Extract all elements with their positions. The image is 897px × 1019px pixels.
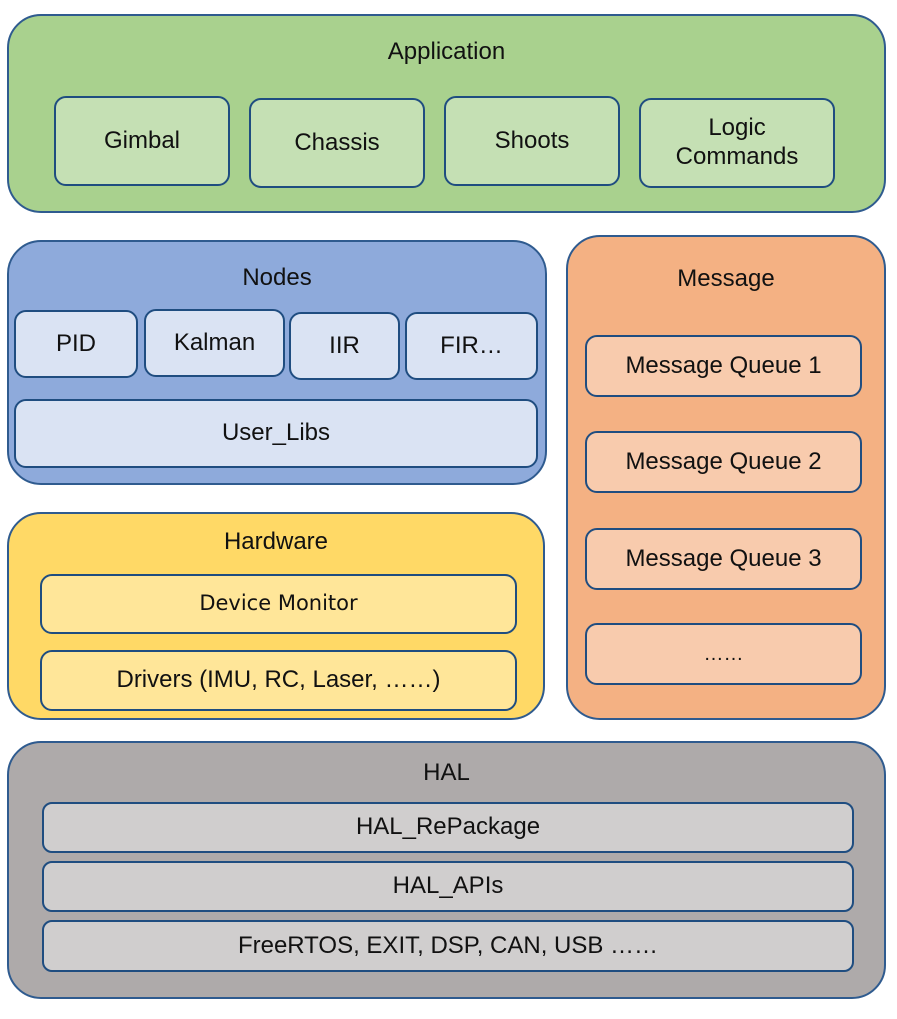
nodes-layer: Nodes PID Kalman IIR FIR… User_Libs xyxy=(7,240,547,485)
application-title: Application xyxy=(387,38,506,65)
application-layer: Application Gimbal Chassis Shoots Logic … xyxy=(7,14,886,213)
nodes-title: Nodes xyxy=(242,264,312,291)
filter-fir: FIR… xyxy=(405,312,538,380)
hal-peripherals: FreeRTOS, EXIT, DSP, CAN, USB …… xyxy=(42,920,854,972)
message-layer: Message Message Queue 1 Message Queue 2 … xyxy=(566,235,886,720)
hal-repackage: HAL_RePackage xyxy=(42,802,854,853)
filter-pid: PID xyxy=(14,310,138,378)
hal-title: HAL xyxy=(423,759,470,786)
filter-iir: IIR xyxy=(289,312,400,380)
module-chassis: Chassis xyxy=(249,98,425,188)
filter-kalman: Kalman xyxy=(144,309,285,377)
hardware-title: Hardware xyxy=(223,528,329,555)
user-libs: User_Libs xyxy=(14,399,538,468)
hal-layer: HAL HAL_RePackage HAL_APIs FreeRTOS, EXI… xyxy=(7,741,886,999)
module-shoots: Shoots xyxy=(444,96,620,186)
module-gimbal: Gimbal xyxy=(54,96,230,186)
message-queue-1: Message Queue 1 xyxy=(585,335,862,397)
drivers: Drivers (IMU, RC, Laser, ……) xyxy=(40,650,517,711)
hal-apis: HAL_APIs xyxy=(42,861,854,912)
message-title: Message xyxy=(677,265,775,292)
device-monitor: Device Monitor xyxy=(40,574,517,634)
module-logic-commands: Logic Commands xyxy=(639,98,835,188)
hardware-layer: Hardware Device Monitor Drivers (IMU, RC… xyxy=(7,512,545,720)
message-queue-2: Message Queue 2 xyxy=(585,431,862,493)
message-queue-3: Message Queue 3 xyxy=(585,528,862,590)
message-queue-more: …… xyxy=(585,623,862,685)
